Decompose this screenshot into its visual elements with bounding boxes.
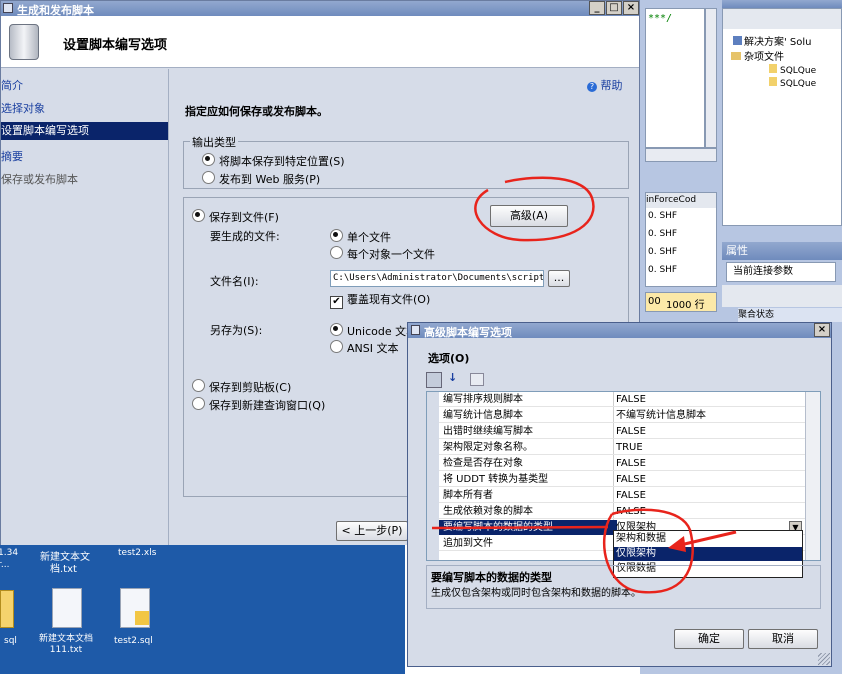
annotation-arrow: [675, 530, 737, 548]
annotation-circle-dropdown: [603, 508, 694, 594]
annotation-arrowhead: [668, 536, 686, 552]
annotation-underline: [431, 525, 609, 530]
annotation-overlay: [431, 176, 737, 594]
annotation-circle-advanced: [474, 176, 595, 242]
